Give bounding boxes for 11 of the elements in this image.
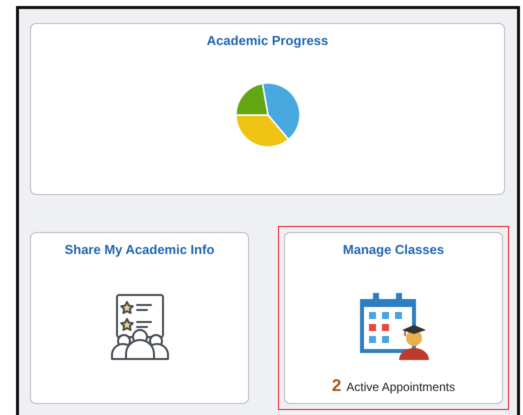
tile-card[interactable]: Manage Classes 2 Active Appointments: [284, 232, 503, 404]
tile-title: Manage Classes: [342, 241, 444, 259]
tile-card[interactable]: Share My Academic Info: [30, 232, 249, 404]
tile-title: Academic Progress: [206, 32, 328, 50]
certificate-group-icon: [110, 292, 170, 360]
count-label: Active Appointments: [346, 378, 456, 396]
tile-title: Share My Academic Info: [64, 241, 214, 259]
appointment-count: 2: [332, 374, 342, 396]
calendar-student-icon: [358, 292, 428, 360]
tile-card[interactable]: Academic Progress: [30, 23, 505, 195]
pie-chart-drawing: [234, 82, 300, 148]
